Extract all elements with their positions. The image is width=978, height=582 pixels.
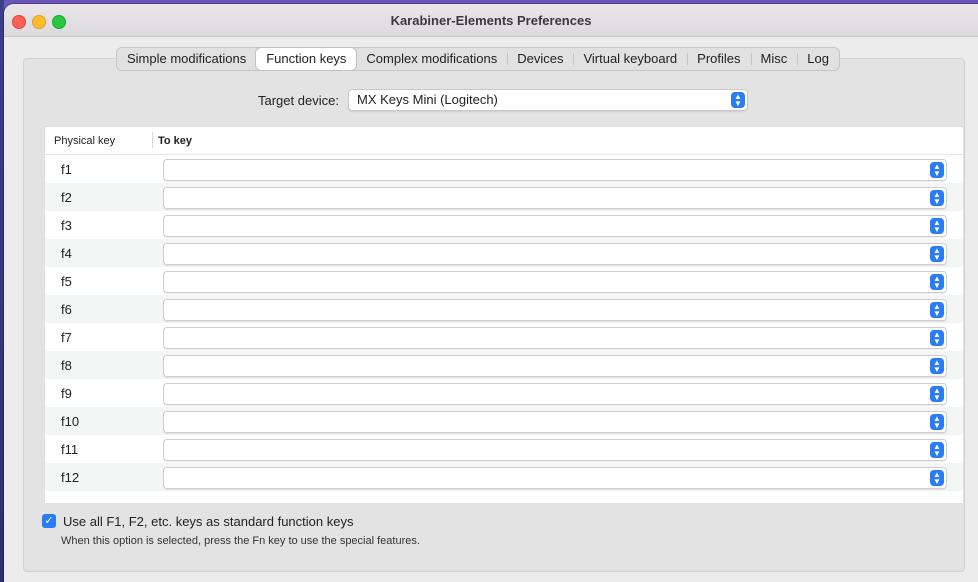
tab-misc[interactable]: Misc [750,48,798,70]
chevron-up-down-icon: ▲ ▼ [930,302,944,318]
tab-bar: Simple modifications Function keys Compl… [116,47,840,71]
table-row: f5 ▲ ▼ [45,267,963,295]
to-key-select[interactable]: ▲ ▼ [163,243,947,265]
table-row: f11 ▲ ▼ [45,435,963,463]
physical-key-label: f5 [61,274,72,289]
table-row: f1 ▲ ▼ [45,155,963,183]
to-key-select[interactable]: ▲ ▼ [163,439,947,461]
to-key-select[interactable]: ▲ ▼ [163,299,947,321]
table-row: f8 ▲ ▼ [45,351,963,379]
fn-key-note: When this option is selected, press the … [61,535,420,547]
to-key-select[interactable]: ▲ ▼ [163,187,947,209]
to-key-select[interactable]: ▲ ▼ [163,355,947,377]
target-device-label: Target device: [258,93,339,108]
to-key-select[interactable]: ▲ ▼ [163,411,947,433]
tab-log[interactable]: Log [797,48,839,70]
chevron-up-down-icon: ▲ ▼ [930,414,944,430]
chevron-up-down-icon: ▲ ▼ [930,246,944,262]
chevron-up-down-icon: ▲ ▼ [930,190,944,206]
column-header-physical-key[interactable]: Physical key [54,135,115,147]
chevron-up-down-icon: ▲ ▼ [731,92,745,108]
chevron-up-down-icon: ▲ ▼ [930,162,944,178]
physical-key-label: f3 [61,218,72,233]
physical-key-label: f9 [61,386,72,401]
physical-key-label: f7 [61,330,72,345]
to-key-select[interactable]: ▲ ▼ [163,159,947,181]
table-row: f6 ▲ ▼ [45,295,963,323]
preferences-window: Karabiner-Elements Preferences Simple mo… [4,4,978,582]
column-divider [152,132,153,148]
physical-key-label: f1 [61,162,72,177]
chevron-up-down-icon: ▲ ▼ [930,218,944,234]
physical-key-label: f6 [61,302,72,317]
tab-function-keys[interactable]: Function keys [256,48,357,70]
to-key-select[interactable]: ▲ ▼ [163,271,947,293]
window-title: Karabiner-Elements Preferences [390,13,592,28]
table-row: f2 ▲ ▼ [45,183,963,211]
column-header-to-key[interactable]: To key [158,135,192,147]
physical-key-label: f8 [61,358,72,373]
physical-key-label: f12 [61,470,80,485]
physical-key-label: f11 [61,442,79,457]
table-row: f9 ▲ ▼ [45,379,963,407]
to-key-select[interactable]: ▲ ▼ [163,327,947,349]
chevron-up-down-icon: ▲ ▼ [930,386,944,402]
chevron-up-down-icon: ▲ ▼ [930,358,944,374]
to-key-select[interactable]: ▲ ▼ [163,215,947,237]
tab-virtual-keyboard[interactable]: Virtual keyboard [573,48,687,70]
tab-simple-modifications[interactable]: Simple modifications [117,48,256,70]
table-row: f10 ▲ ▼ [45,407,963,435]
standard-function-keys-label[interactable]: Use all F1, F2, etc. keys as standard fu… [63,514,353,529]
tab-devices[interactable]: Devices [507,48,573,70]
to-key-select[interactable]: ▲ ▼ [163,467,947,489]
tab-profiles[interactable]: Profiles [687,48,750,70]
tab-complex-modifications[interactable]: Complex modifications [356,48,507,70]
checkmark-icon[interactable]: ✓ [42,514,56,528]
chevron-up-down-icon: ▲ ▼ [930,274,944,290]
chevron-up-down-icon: ▲ ▼ [930,442,944,458]
table-row: f7 ▲ ▼ [45,323,963,351]
physical-key-label: f4 [61,246,72,261]
function-keys-table: Physical key To key f1 ▲ ▼ f2 ▲ ▼ f3 ▲ ▼ f4… [44,126,964,504]
chevron-up-down-icon: ▲ ▼ [930,470,944,486]
table-row: f4 ▲ ▼ [45,239,963,267]
to-key-select[interactable]: ▲ ▼ [163,383,947,405]
chevron-up-down-icon: ▲ ▼ [930,330,944,346]
titlebar: Karabiner-Elements Preferences [4,4,978,37]
table-header: Physical key To key [45,127,963,155]
table-row: f12 ▲ ▼ [45,463,963,491]
physical-key-label: f10 [61,414,80,429]
target-device-value: MX Keys Mini (Logitech) [357,92,498,107]
physical-key-label: f2 [61,190,72,205]
table-row: f3 ▲ ▼ [45,211,963,239]
target-device-select[interactable]: MX Keys Mini (Logitech) ▲ ▼ [348,89,748,111]
